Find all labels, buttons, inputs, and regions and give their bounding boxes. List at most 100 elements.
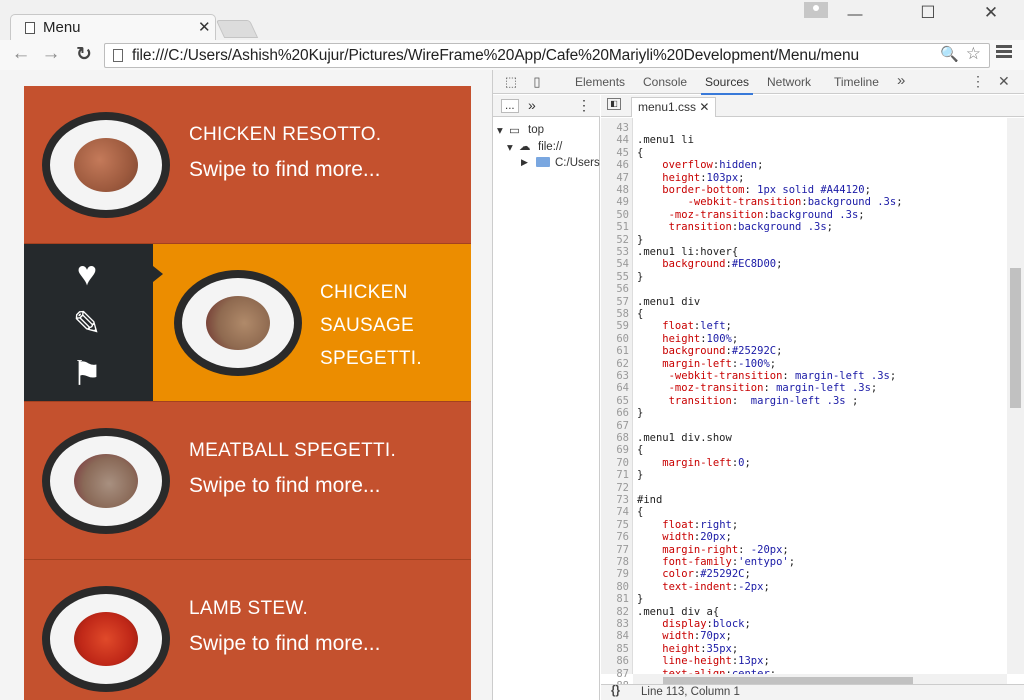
reload-button[interactable]: ↻ — [73, 43, 95, 66]
code-line: .menu1 div a{ — [637, 605, 720, 618]
page-info-icon — [113, 49, 123, 62]
pencil-icon[interactable]: ✎ — [64, 304, 110, 344]
page-area: CHICKEN RESOTTO. Swipe to find more... ♥… — [0, 70, 492, 700]
line-number: 81 — [616, 593, 629, 606]
line-number: 79 — [616, 568, 629, 581]
file-tab-close-icon[interactable]: ✕ — [699, 100, 709, 114]
tree-item-folder[interactable]: C:/Users — [555, 157, 600, 169]
line-number: 58 — [616, 308, 629, 320]
navigator-menu-icon[interactable]: ⋮ — [577, 97, 591, 114]
tab-elements[interactable]: Elements — [575, 75, 625, 89]
tree-item-file[interactable]: file:// — [538, 141, 562, 153]
menu-item-chicken-sausage-spegetti[interactable]: ♥ ✎ ⚑ CHICKEN SAUSAGE SPEGETTI. — [24, 244, 471, 402]
address-bar[interactable]: file:///C:/Users/Ashish%20Kujur/Pictures… — [104, 43, 990, 68]
pretty-print-icon[interactable]: {} — [611, 685, 620, 697]
code-area[interactable]: .menu1 li{ overflow:hidden; height:103px… — [633, 118, 1024, 674]
line-number: 48 — [616, 184, 629, 196]
line-number: 83 — [616, 618, 629, 630]
tree-expand-icon[interactable]: ▾ — [507, 140, 513, 154]
code-line: width:20px; — [637, 531, 732, 544]
devtools-panel: ⬚ ▯ Elements Console Sources Network Tim… — [493, 70, 1024, 700]
devtools-menu-icon[interactable]: ⋮ — [971, 73, 985, 90]
navigator-chevron-icon[interactable]: » — [528, 97, 536, 113]
code-line: { — [637, 506, 644, 519]
inspect-element-icon[interactable]: ⬚ — [503, 74, 519, 89]
line-number: 49 — [616, 196, 629, 209]
back-button[interactable]: ← — [10, 43, 32, 65]
code-line: { — [637, 308, 644, 320]
line-number: 62 — [616, 357, 629, 370]
new-tab-button[interactable] — [215, 20, 259, 38]
line-number: 66 — [616, 407, 629, 420]
line-number: 68 — [616, 432, 629, 444]
maximize-button[interactable]: ☐ — [913, 3, 943, 23]
source-editor: ◧ menu1.css ✕ 43 44 45 46 47 48 49 50 51 52 53 54 55… — [601, 95, 1024, 700]
cloud-icon: ☁ — [519, 141, 531, 153]
menu-item-meatball-spegetti[interactable]: MEATBALL SPEGETTI. Swipe to find more... — [24, 402, 471, 560]
chrome-menu-icon[interactable] — [996, 45, 1012, 59]
item-name: CHICKEN RESOTTO. — [189, 124, 382, 145]
line-number: 86 — [616, 655, 629, 668]
zoom-icon[interactable]: 🔍 — [940, 45, 959, 63]
tab-close-icon[interactable]: ✕ — [198, 18, 211, 36]
line-number: 63 — [616, 370, 629, 382]
code-line: .menu1 div — [637, 295, 701, 308]
url-text: file:///C:/Users/Ashish%20Kujur/Pictures… — [132, 47, 860, 64]
code-line: -moz-transition:background .3s; — [637, 208, 865, 221]
code-line: background:#EC8D00; — [637, 258, 783, 271]
item-name-line-2: SAUSAGE — [320, 315, 414, 336]
tab-timeline[interactable]: Timeline — [834, 75, 879, 89]
more-tabs-button[interactable]: » — [897, 72, 905, 89]
heart-icon[interactable]: ♥ — [64, 254, 110, 294]
user-profile-icon[interactable] — [804, 2, 828, 18]
tree-item-top[interactable]: top — [528, 124, 544, 136]
menu-item-chicken-resotto[interactable]: CHICKEN RESOTTO. Swipe to find more... — [24, 86, 471, 244]
file-tab-label: menu1.css — [638, 100, 697, 114]
page-icon — [25, 22, 35, 34]
tab-sources[interactable]: Sources — [700, 75, 754, 95]
code-line: } — [637, 469, 644, 482]
line-number: 75 — [616, 518, 629, 531]
line-number: 50 — [616, 208, 629, 221]
item-name: MEATBALL SPEGETTI. — [189, 440, 397, 461]
bookmark-star-icon[interactable]: ☆ — [966, 44, 981, 64]
tab-menu[interactable]: Menu ✕ — [10, 14, 216, 40]
tab-network[interactable]: Network — [767, 75, 811, 89]
line-number: 56 — [616, 283, 629, 296]
minimize-button[interactable]: — — [840, 6, 870, 23]
navigator-more-button[interactable]: ... — [501, 99, 519, 113]
code-line: line-height:13px; — [637, 655, 770, 668]
tree-expand-icon[interactable]: ▾ — [497, 123, 503, 137]
indicator-arrow — [153, 266, 163, 282]
code-line: -webkit-transition:background .3s; — [637, 196, 903, 209]
tree-collapse-icon[interactable]: ▶ — [521, 157, 528, 168]
code-line: transition:background .3s; — [637, 221, 833, 234]
vertical-scrollbar[interactable] — [1007, 118, 1024, 674]
line-number: 43 — [616, 122, 629, 134]
code-line: display:block; — [637, 618, 751, 630]
flag-icon[interactable]: ⚑ — [64, 354, 110, 394]
item-name: LAMB STEW. — [189, 598, 309, 619]
tab-console[interactable]: Console — [643, 75, 687, 89]
devtools-toolbar: ⬚ ▯ Elements Console Sources Network Tim… — [493, 70, 1024, 95]
toggle-navigator-icon[interactable]: ◧ — [607, 98, 621, 110]
devtools-close-icon[interactable]: ✕ — [998, 73, 1010, 90]
line-number: 52 — [616, 233, 629, 246]
file-tab-menu1-css[interactable]: menu1.css ✕ — [631, 97, 717, 117]
item-subtitle: Swipe to find more... — [189, 474, 381, 497]
code-line: float:left; — [637, 320, 732, 333]
scroll-thumb[interactable] — [1010, 268, 1021, 408]
menu-item-lamb-stew[interactable]: LAMB STEW. Swipe to find more... — [24, 560, 471, 700]
code-line: -webkit-transition: margin-left .3s; — [637, 370, 897, 382]
code-line: } — [637, 270, 644, 283]
code-line: height:100%; — [637, 332, 739, 345]
code-line: margin-right: -20px; — [637, 543, 789, 556]
code-line: transition: margin-left .3s ; — [637, 394, 859, 407]
close-window-button[interactable]: ✕ — [976, 3, 1006, 23]
code-line: float:right; — [637, 518, 739, 531]
device-mode-icon[interactable]: ▯ — [529, 74, 545, 89]
food-plate-image — [42, 112, 170, 218]
forward-button[interactable]: → — [40, 43, 62, 65]
line-number: 45 — [616, 146, 629, 159]
menu-list: CHICKEN RESOTTO. Swipe to find more... ♥… — [24, 86, 471, 700]
